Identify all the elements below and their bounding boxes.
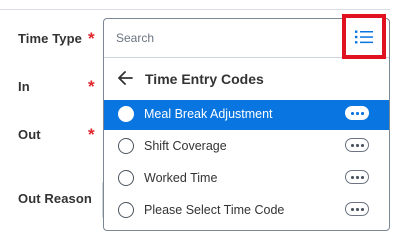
- out-reason-label: Out Reason: [18, 191, 92, 206]
- option-shift-coverage[interactable]: Shift Coverage: [104, 132, 389, 162]
- option-label: Shift Coverage: [144, 139, 227, 153]
- arrow-left-icon[interactable]: [116, 68, 136, 88]
- prompt-list-button[interactable]: [342, 14, 386, 59]
- option-label: Please Select Time Code: [144, 203, 285, 217]
- search-input[interactable]: [116, 28, 336, 48]
- radio-button[interactable]: [118, 106, 134, 122]
- dropdown-header-title: Time Entry Codes: [145, 71, 264, 87]
- out-label: Out: [18, 127, 41, 142]
- time-type-required-marker: *: [88, 29, 95, 48]
- option-worked-time[interactable]: Worked Time: [104, 164, 389, 194]
- more-horizontal-icon[interactable]: [345, 106, 369, 120]
- in-required-marker: *: [88, 77, 95, 96]
- more-horizontal-icon[interactable]: [345, 202, 369, 216]
- more-horizontal-icon[interactable]: [345, 138, 369, 152]
- dropdown-header: Time Entry Codes: [104, 65, 389, 95]
- option-label: Worked Time: [144, 171, 218, 185]
- more-horizontal-icon[interactable]: [345, 170, 369, 184]
- radio-button[interactable]: [118, 138, 134, 154]
- top-divider: [0, 9, 390, 10]
- option-please-select-time-code[interactable]: Please Select Time Code: [104, 196, 389, 226]
- time-type-label: Time Type: [18, 31, 82, 46]
- list-icon: [355, 30, 373, 44]
- out-required-marker: *: [88, 125, 95, 144]
- radio-button[interactable]: [118, 170, 134, 186]
- in-label: In: [18, 79, 30, 94]
- option-meal-break-adjustment[interactable]: Meal Break Adjustment: [104, 100, 389, 130]
- option-label: Meal Break Adjustment: [144, 107, 273, 121]
- radio-button[interactable]: [118, 202, 134, 218]
